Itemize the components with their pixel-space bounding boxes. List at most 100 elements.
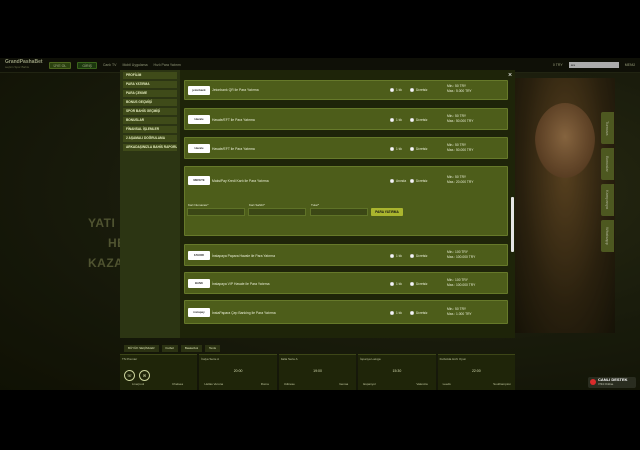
payment-logo: BANK (188, 279, 210, 288)
match-card[interactable]: İspanya LaLiga 15:30 Espanyol Valencia (358, 354, 436, 390)
option-label: 1 tık (396, 282, 403, 286)
card-number-label: Kart Numarası* (188, 203, 209, 207)
payment-method-row[interactable]: Havale Havale/EFT ile Para Yatırma 1 tık… (184, 108, 508, 130)
max-limit: Max.: 1.000 TRY (447, 312, 472, 316)
option-free[interactable]: Ücretsiz (410, 88, 428, 92)
max-limit: Max.: 5.000 TRY (447, 89, 472, 93)
radio-icon (410, 88, 414, 92)
modal-scrollbar-thumb[interactable] (511, 197, 514, 252)
option-label: Ücretsiz (416, 311, 428, 315)
option-fast[interactable]: 1 tık (390, 147, 402, 151)
payment-method-row[interactable]: jetonbank Jetonbank QR ile Para Yatırma … (184, 80, 508, 100)
sidebar-item-referral-report[interactable]: ARKADAŞINIZLA BAHİS RAPORU (123, 144, 177, 151)
payment-limits: Min.: 50 TRY Max.: 1.000 TRY (447, 307, 472, 317)
match-time: 19:00 (313, 369, 322, 373)
max-limit: Max.: 20.000 TRY (447, 180, 474, 184)
option-free[interactable]: Ücretsiz (410, 147, 428, 151)
tab-top-picks[interactable]: BÜYÜK SEÇİMLER (124, 344, 159, 352)
option-free[interactable]: Ücretsiz (410, 118, 428, 122)
deposit-submit-button[interactable]: PARA YATIRMA (371, 208, 403, 216)
match-time: 15:30 (392, 369, 402, 373)
radio-icon (390, 118, 394, 122)
payment-method-row[interactable]: BANK İnstapaya VIP Havale ile Para Yatır… (184, 272, 508, 294)
support-subtitle: 7/24 Online (598, 382, 614, 386)
support-icon (590, 379, 596, 385)
amount-input[interactable] (310, 208, 368, 216)
payment-method-row[interactable]: FAVORI İnstapaya Papara Havale ile Para … (184, 244, 508, 266)
match-cards: TS Premier Chelsea Liverpool İtalya Seri… (120, 354, 516, 390)
match-team-away: Genoa (339, 382, 349, 386)
phone-icon[interactable]: ☏ (124, 370, 135, 381)
card-number-input[interactable] (187, 208, 245, 216)
match-card[interactable]: İtalya Serie A 20:00 Hellas Verona Roma (199, 354, 277, 390)
option-label: 1 tık (396, 254, 403, 258)
option-free[interactable]: Ücretsiz (410, 179, 428, 183)
payment-method-row[interactable]: instapay İnstaPapara Çep Banking ile Par… (184, 300, 508, 324)
radio-icon (410, 254, 414, 258)
option-label: 1 tık (396, 118, 403, 122)
sidebar-item-deposit[interactable]: PARA YATIRMA (123, 81, 177, 88)
payment-logo: jetonbank (188, 86, 210, 95)
match-league: Italia Serie A (280, 357, 298, 361)
radio-icon (390, 254, 394, 258)
match-team-home: Hellas Verona (204, 382, 224, 386)
tab-basketball[interactable]: Basketbol (180, 344, 203, 352)
payment-method-row[interactable]: Havale Havale/EFT ile Para Yatırma 1 tık… (184, 137, 508, 159)
account-sidebar: PROFİLİM PARA YATIRMA PARA ÇEKME BONUS G… (120, 70, 180, 338)
option-fast[interactable]: 1 tık (390, 88, 402, 92)
match-card[interactable]: Futbolda Hızlı Oyun 22:00 Leeds Southamp… (437, 354, 516, 390)
option-label: Ücretsiz (416, 147, 428, 151)
live-support-button[interactable]: CANLI DESTEK 7/24 Online (588, 377, 636, 388)
sidebar-item-2fa[interactable]: 2 AŞAMALI DOĞRULAMA (123, 135, 177, 142)
option-free[interactable]: Ücretsiz (410, 254, 428, 258)
match-team-home: Liverpool (132, 382, 145, 386)
sidebar-item-profile[interactable]: PROFİLİM (123, 72, 177, 79)
payment-method-name: Havale/EFT ile Para Yatırma (212, 118, 255, 122)
payment-method-name: MaksiPay Kredi Kartı ile Para Yatırma (212, 179, 269, 183)
option-label: Ücretsiz (416, 88, 428, 92)
payment-logo: FAVORI (188, 251, 210, 260)
option-instant[interactable]: Anında (390, 179, 406, 183)
amount-label: Tutar* (311, 203, 320, 207)
match-card[interactable]: Italia Serie A 19:00 Udinese Genoa (278, 354, 357, 390)
tab-football[interactable]: Futbol (161, 344, 178, 352)
payment-limits: Min.: 100 TRY Max.: 100.000 TRY (447, 278, 475, 288)
match-team-away: Chelsea (172, 382, 184, 386)
payment-limits: Min.: 100 TRY Max.: 100.000 TRY (447, 250, 475, 260)
match-team-away: Roma (260, 382, 269, 386)
card-holder-input[interactable] (248, 208, 306, 216)
option-fast[interactable]: 1 tık (390, 254, 402, 258)
match-league: Futbolda Hızlı Oyun (439, 357, 467, 361)
max-limit: Max.: 50.000 TRY (447, 148, 474, 152)
tab-tennis[interactable]: Tenis (205, 344, 221, 352)
max-limit: Max.: 100.000 TRY (447, 283, 476, 287)
sidebar-item-transactions[interactable]: FİNANSAL İŞLEMLER (123, 126, 177, 133)
payment-method-name: İnstapaya VIP Havale ile Para Yatırma (212, 282, 270, 286)
match-league: İspanya LaLiga (360, 357, 381, 361)
option-label: Anında (396, 179, 407, 183)
option-fast[interactable]: 1 tık (390, 311, 402, 315)
sidebar-item-bonuses[interactable]: BONUSLAR (123, 117, 177, 124)
option-fast[interactable]: 1 tık (390, 118, 402, 122)
option-fast[interactable]: 1 tık (390, 282, 402, 286)
payment-method-name: Jetonbank QR ile Para Yatırma (212, 88, 259, 92)
sidebar-item-bonus-history[interactable]: BONUS GEÇMİŞİ (123, 99, 177, 106)
match-team-away: Southampton (493, 382, 512, 386)
sidebar-item-withdraw[interactable]: PARA ÇEKME (123, 90, 177, 97)
sports-tabs: BÜYÜK SEÇİMLER Futbol Basketbol Tenis (120, 343, 515, 353)
option-free[interactable]: Ücretsiz (410, 282, 428, 286)
letterbox-bottom (0, 390, 640, 450)
card-holder-label: Kart Sahibi* (249, 203, 265, 207)
letterbox-top (0, 0, 640, 58)
modal-scrollbar[interactable] (511, 82, 514, 332)
max-limit: Max.: 50.000 TRY (447, 119, 474, 123)
close-icon[interactable]: × (508, 72, 512, 79)
payment-method-row-expanded[interactable]: MEFETE MaksiPay Kredi Kartı ile Para Yat… (184, 166, 508, 236)
match-team-home: Leeds (442, 382, 451, 386)
option-free[interactable]: Ücretsiz (410, 311, 428, 315)
chat-icon[interactable]: ✉ (139, 370, 150, 381)
payment-limits: Min.: 50 TRY Max.: 50.000 TRY (447, 143, 473, 153)
payment-method-name: İnstapaya Papara Havale ile Para Yatırma (212, 254, 276, 258)
sidebar-item-sport-history[interactable]: SPOR BAHİS GEÇMİŞİ (123, 108, 177, 115)
option-label: Ücretsiz (416, 118, 428, 122)
